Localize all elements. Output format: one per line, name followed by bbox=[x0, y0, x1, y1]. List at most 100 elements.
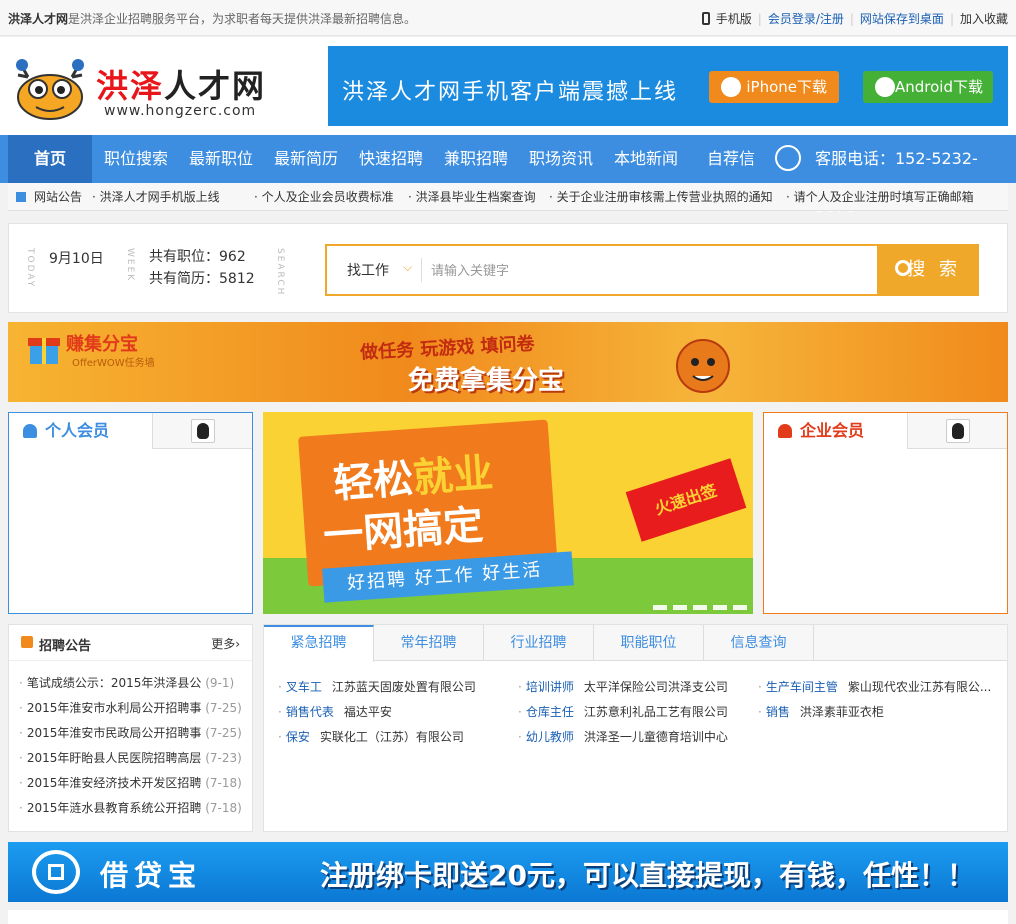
logo-url: www.hongzerc.com bbox=[104, 103, 257, 119]
job-row[interactable]: 销售代表福达平安 bbox=[278, 700, 476, 725]
offerwow-ad-banner[interactable]: 赚集分宝 OfferWOW任务墙 做任务 玩游戏 填问卷 免费拿集分宝 bbox=[8, 322, 1008, 402]
recruit-notice-title: 招聘公告 bbox=[39, 639, 92, 654]
nav-local-news[interactable]: 本地新闻 bbox=[614, 135, 678, 183]
enterprise-member-tab[interactable]: 企业会员 bbox=[764, 413, 907, 449]
save-desktop-link[interactable]: 网站保存到桌面 bbox=[860, 10, 944, 27]
top-bar: 洪泽人才网是洪泽企业招聘服务平台，为求职者每天提供洪泽最新招聘信息。 手机版 |… bbox=[0, 0, 1016, 36]
site-name: 洪泽人才网 bbox=[8, 12, 69, 26]
job-row[interactable]: 幼儿教师洪泽圣一儿童德育培训中心 bbox=[518, 725, 728, 750]
mobile-icon bbox=[701, 12, 710, 25]
ad-brand-sub: OfferWOW任务墙 bbox=[72, 358, 155, 369]
nav-cover-letter[interactable]: 自荐信 bbox=[707, 135, 755, 183]
favorite-link[interactable]: 加入收藏 bbox=[960, 10, 1008, 27]
jobs-tabs: 紧急招聘 常年招聘 行业招聘 职能职位 信息查询 bbox=[264, 625, 1007, 662]
qq-icon[interactable] bbox=[946, 419, 970, 443]
user-icon bbox=[778, 424, 792, 438]
search-button[interactable]: 搜 索 bbox=[877, 244, 979, 296]
divider: | bbox=[757, 11, 762, 26]
list-item[interactable]: 2015年涟水县教育系统公开招聘 (7-18) bbox=[19, 796, 242, 821]
carousel-dots[interactable] bbox=[653, 605, 747, 610]
header: 洪泽人才网 www.hongzerc.com 洪泽人才网手机客户端震撼上线 iP… bbox=[0, 37, 1016, 135]
search-panel: TODAY 9月10日 WEEK 共有职位：962 共有简历：5812 SEAR… bbox=[8, 223, 1008, 313]
tab-info-query[interactable]: 信息查询 bbox=[704, 625, 814, 661]
notice-item[interactable]: · 洪泽县毕业生档案查询 bbox=[408, 183, 536, 211]
speaker-icon bbox=[16, 192, 26, 202]
site-stats: 共有职位：962 共有简历：5812 bbox=[149, 246, 255, 290]
personal-member-tab[interactable]: 个人会员 bbox=[9, 413, 152, 449]
ad3-brand: 借贷宝 bbox=[100, 859, 203, 892]
jobs-box: 紧急招聘 常年招聘 行业招聘 职能职位 信息查询 叉车工江苏蓝天固废处置有限公司… bbox=[263, 624, 1008, 832]
recruit-notice-header: 招聘公告 更多› bbox=[9, 625, 252, 661]
promo-flag: 火速出签 bbox=[625, 458, 747, 542]
job-row[interactable]: 仓库主任江苏意利礼品工艺有限公司 bbox=[518, 700, 728, 725]
employment-promo-banner[interactable]: 轻松就业 一网搞定 好招聘 好工作 好生活 火速出签 bbox=[263, 412, 753, 614]
qq-icon[interactable] bbox=[191, 419, 215, 443]
list-item[interactable]: 2015年盱眙县人民医院招聘高层 (7-23) bbox=[19, 746, 242, 771]
personal-member-panel: 个人会员 bbox=[8, 412, 253, 614]
nav-career-news[interactable]: 职场资讯 bbox=[529, 135, 593, 183]
job-row[interactable]: 生产车间主管紫山现代农业江苏有限公... bbox=[758, 675, 991, 700]
site-notice-bar: 网站公告 · 洪泽人才网手机版上线 · 个人及企业会员收费标准 · 洪泽县毕业生… bbox=[8, 183, 1008, 211]
ad3-slogan: 注册绑卡即送20元，可以直接提现，有钱，任性！！ bbox=[320, 859, 975, 892]
android-icon bbox=[875, 77, 895, 97]
today-label: TODAY bbox=[25, 248, 35, 289]
search-label: SEARCH bbox=[275, 248, 285, 297]
nav-part-time[interactable]: 兼职招聘 bbox=[444, 135, 508, 183]
search-input[interactable]: 请输入关键字 bbox=[431, 260, 509, 279]
site-logo[interactable]: 洪泽人才网 www.hongzerc.com bbox=[10, 51, 300, 123]
jobs-column: 生产车间主管紫山现代农业江苏有限公... 销售洪泽素菲亚衣柜 bbox=[758, 675, 991, 725]
notice-item[interactable]: · 个人及企业会员收费标准 bbox=[254, 183, 394, 211]
tab-industry[interactable]: 行业招聘 bbox=[484, 625, 594, 661]
list-item[interactable]: 笔试成绩公示：2015年洪泽县公 (9-1) bbox=[19, 671, 242, 696]
notice-item[interactable]: · 请个人及企业注册时填写正确邮箱 bbox=[786, 183, 974, 211]
job-row[interactable]: 保安实联化工（江苏）有限公司 bbox=[278, 725, 476, 750]
ad-line2: 免费拿集分宝 bbox=[408, 366, 565, 396]
job-row[interactable]: 叉车工江苏蓝天固废处置有限公司 bbox=[278, 675, 476, 700]
mobile-link[interactable]: 手机版 bbox=[716, 10, 752, 27]
tab-function[interactable]: 职能职位 bbox=[594, 625, 704, 661]
jobs-column: 培训讲师太平洋保险公司洪泽支公司 仓库主任江苏意利礼品工艺有限公司 幼儿教师洪泽… bbox=[518, 675, 728, 750]
notice-item[interactable]: · 洪泽人才网手机版上线 bbox=[92, 183, 220, 211]
notice-item[interactable]: · 关于企业注册审核需上传营业执照的通知 bbox=[549, 183, 773, 211]
nav-job-search[interactable]: 职位搜索 bbox=[104, 135, 168, 183]
tab-urgent[interactable]: 紧急招聘 bbox=[264, 625, 374, 662]
recruit-notice-box: 招聘公告 更多› 笔试成绩公示：2015年洪泽县公 (9-1) 2015年淮安市… bbox=[8, 624, 253, 832]
app-download-banner[interactable]: 洪泽人才网手机客户端震撼上线 iPhone下载 Android下载 bbox=[328, 46, 1008, 126]
search-type-select[interactable]: 找工作 bbox=[347, 260, 389, 280]
job-row[interactable]: 销售洪泽素菲亚衣柜 bbox=[758, 700, 991, 725]
login-link[interactable]: 会员登录/注册 bbox=[768, 10, 844, 27]
today-date: 9月10日 bbox=[49, 251, 104, 267]
tab-yearround[interactable]: 常年招聘 bbox=[374, 625, 484, 661]
iphone-download-button[interactable]: iPhone下载 bbox=[709, 71, 839, 103]
jiedaibao-logo-icon bbox=[32, 850, 80, 894]
crab-mascot-icon bbox=[16, 59, 84, 120]
list-item[interactable]: 2015年淮安市水利局公开招聘事 (7-25) bbox=[19, 696, 242, 721]
more-link[interactable]: 更多› bbox=[211, 635, 240, 652]
footer-strip bbox=[8, 910, 1008, 924]
jiedaibao-ad-banner[interactable]: 借贷宝 注册绑卡即送20元，可以直接提现，有钱，任性！！ bbox=[8, 842, 1008, 902]
chevron-down-icon[interactable]: ⌵ bbox=[403, 260, 412, 275]
site-tagline: 是洪泽企业招聘服务平台，为求职者每天提供洪泽最新招聘信息。 bbox=[68, 12, 417, 26]
nav-latest-jobs[interactable]: 最新职位 bbox=[189, 135, 253, 183]
qq-login-tab[interactable] bbox=[152, 413, 252, 449]
list-item[interactable]: 2015年淮安市民政局公开招聘事 (7-25) bbox=[19, 721, 242, 746]
apple-icon bbox=[721, 77, 741, 97]
job-row[interactable]: 培训讲师太平洋保险公司洪泽支公司 bbox=[518, 675, 728, 700]
qq-login-tab[interactable] bbox=[907, 413, 1007, 449]
site-intro: 洪泽人才网是洪泽企业招聘服务平台，为求职者每天提供洪泽最新招聘信息。 bbox=[8, 10, 416, 27]
nav-quick-recruit[interactable]: 快速招聘 bbox=[359, 135, 423, 183]
nav-latest-resumes[interactable]: 最新简历 bbox=[274, 135, 338, 183]
enterprise-member-panel: 企业会员 bbox=[763, 412, 1008, 614]
list-item[interactable]: 2015年淮安经济技术开发区招聘 (7-18) bbox=[19, 771, 242, 796]
nav-home[interactable]: 首页 bbox=[8, 135, 92, 183]
divider: | bbox=[949, 11, 954, 26]
user-icon bbox=[23, 424, 37, 438]
search-icon bbox=[895, 260, 911, 276]
mascot-dog-icon bbox=[676, 339, 730, 393]
phone-icon bbox=[775, 145, 801, 171]
week-label: WEEK bbox=[125, 248, 135, 283]
jobs-column: 叉车工江苏蓝天固废处置有限公司 销售代表福达平安 保安实联化工（江苏）有限公司 bbox=[278, 675, 476, 750]
android-download-button[interactable]: Android下载 bbox=[863, 71, 993, 103]
divider bbox=[421, 258, 422, 282]
search-form: 找工作 ⌵ 请输入关键字 搜 索 bbox=[325, 244, 979, 296]
